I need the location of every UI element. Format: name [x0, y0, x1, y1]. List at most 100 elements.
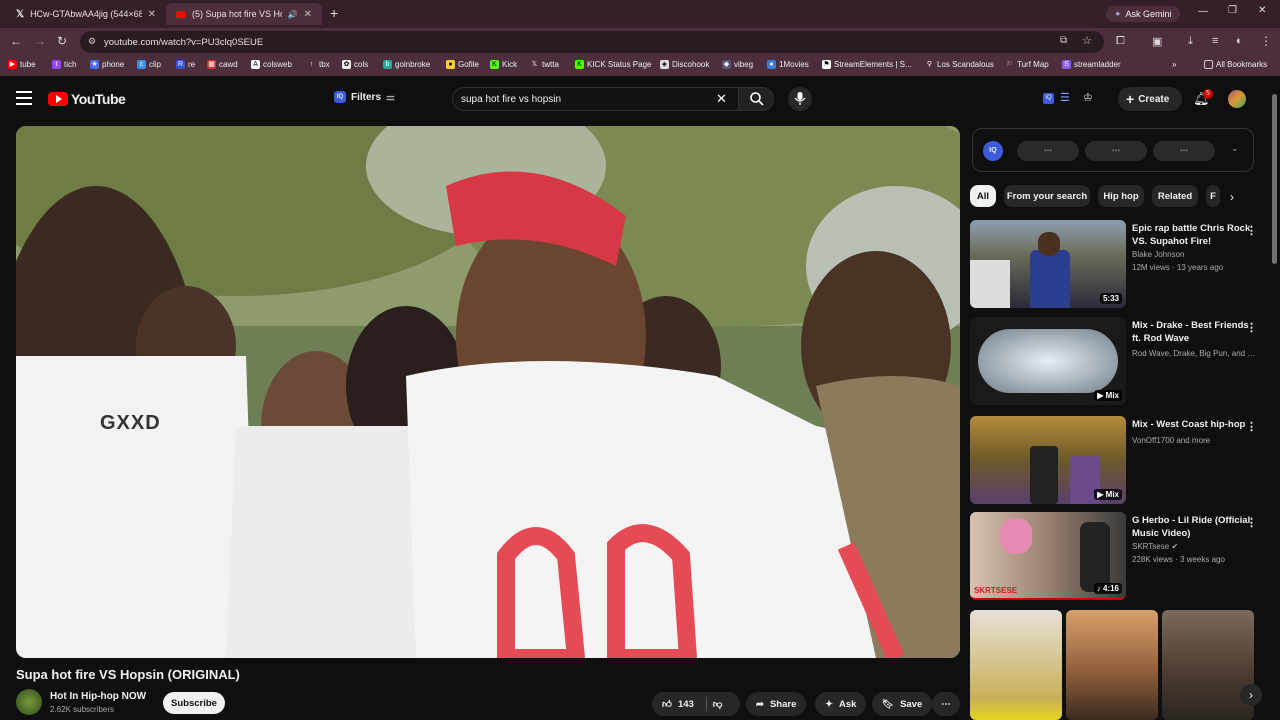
bookmark-item[interactable]: Acolsweb: [251, 60, 292, 69]
tab-label: HCw-GTAbwAA4jig (544×680): [30, 9, 142, 19]
more-vertical-icon[interactable]: ⋮: [1246, 321, 1257, 334]
thumbs-up-icon[interactable]: 👍︎: [662, 698, 672, 710]
address-bar[interactable]: ⚙ youtube.com/watch?v=PU3clq0SEUE ⧉ ☆: [80, 31, 1104, 53]
clear-search-icon[interactable]: ✕: [716, 91, 727, 107]
list-item[interactable]: ▶ Mix Mix - Drake - Best Friends ft. Rod…: [970, 317, 1270, 409]
bookmark-item[interactable]: ◆ vibeg: [722, 60, 753, 69]
install-icon[interactable]: ⧉: [1060, 35, 1067, 46]
save-button[interactable]: 🔖︎ Save: [872, 692, 933, 716]
video-player[interactable]: GXXD: [16, 126, 960, 658]
video-thumbnail[interactable]: ▶ Mix: [970, 416, 1126, 504]
youtube-logo[interactable]: YouTube: [48, 91, 126, 107]
close-icon[interactable]: ✕: [148, 9, 156, 20]
bookmark-item[interactable]: ★ phone: [90, 60, 124, 69]
like-count[interactable]: 143: [678, 699, 694, 710]
chevron-down-icon[interactable]: ⌄: [1231, 143, 1239, 154]
iq-chip[interactable]: •••: [1085, 141, 1147, 161]
ask-button[interactable]: ✦ Ask: [815, 692, 867, 716]
bookmark-item[interactable]: ⚐ Turf Map: [1005, 60, 1048, 69]
bookmark-item[interactable]: ● 1Movies: [767, 60, 809, 69]
back-icon[interactable]: ←: [10, 34, 22, 48]
all-bookmarks[interactable]: All Bookmarks: [1204, 60, 1267, 69]
maximize-button[interactable]: ❐: [1228, 5, 1237, 16]
extensions-icon[interactable]: ⧠: [1116, 35, 1125, 48]
chip-hip-hop[interactable]: Hip hop: [1098, 185, 1144, 207]
shorts-next-button[interactable]: ›: [1240, 684, 1262, 706]
list-item[interactable]: SKRTSESE ♪ 4:16 G Herbo - Lil Ride (Offi…: [970, 512, 1270, 604]
share-button[interactable]: ➦ Share: [746, 692, 807, 716]
short-thumbnail[interactable]: [970, 610, 1062, 720]
scrollbar-thumb[interactable]: [1272, 94, 1277, 264]
bookmark-item[interactable]: 𝕏twtta: [530, 60, 559, 69]
bookmark-item[interactable]: c clip: [137, 60, 161, 69]
bookmarks-overflow-icon[interactable]: »: [1172, 60, 1176, 69]
iq-chip[interactable]: •••: [1017, 141, 1079, 161]
search-button[interactable]: [738, 87, 774, 111]
bookmark-item[interactable]: ◈ Discohook: [660, 60, 709, 69]
bookmark-item[interactable]: K Kick: [490, 60, 517, 69]
media-icon[interactable]: ≡: [1212, 35, 1218, 47]
minimize-button[interactable]: —: [1198, 6, 1208, 17]
subscribe-button[interactable]: Subscribe: [163, 692, 225, 714]
more-actions-button[interactable]: ⋯: [932, 692, 960, 716]
thumbs-down-icon[interactable]: 👎︎: [713, 698, 723, 710]
close-icon[interactable]: ✕: [304, 9, 312, 20]
bookmark-item[interactable]: ✿ cols: [342, 60, 368, 69]
more-vertical-icon[interactable]: ⋮: [1246, 224, 1257, 237]
bookmark-item[interactable]: ● Gofile: [446, 60, 479, 69]
chip-all[interactable]: All: [970, 185, 996, 207]
forward-icon[interactable]: →: [34, 34, 46, 48]
more-vertical-icon[interactable]: ⋮: [1246, 420, 1257, 433]
search-input[interactable]: supa hot fire vs hopsin: [452, 87, 740, 111]
bookmark-item[interactable]: ⚑ StreamElements | S...: [822, 60, 912, 69]
chevron-right-icon[interactable]: ›: [1230, 190, 1234, 204]
rec-title: Mix - West Coast hip-hop: [1132, 419, 1246, 430]
video-thumbnail[interactable]: ▶ Mix: [970, 317, 1126, 405]
profile-icon[interactable]: ◐: [1236, 35, 1243, 47]
filters-button[interactable]: IQ Filters ⚌: [334, 91, 395, 103]
voice-search-button[interactable]: [788, 87, 812, 111]
avatar[interactable]: [1228, 90, 1246, 108]
short-thumbnail[interactable]: [1066, 610, 1158, 720]
close-window-button[interactable]: ✕: [1258, 5, 1266, 16]
download-icon[interactable]: ⤓: [1188, 35, 1193, 48]
short-thumbnail[interactable]: [1162, 610, 1254, 720]
split-view-icon[interactable]: ▣: [1152, 35, 1162, 48]
bookmark-item[interactable]: Sstreamladder: [1062, 60, 1121, 69]
hamburger-menu-icon[interactable]: [16, 91, 32, 105]
more-vertical-icon[interactable]: ⋮: [1246, 516, 1257, 529]
tab-youtube[interactable]: (5) Supa hot fire VS Hopsin 🔊 ✕: [166, 3, 322, 25]
bookmark-star-icon[interactable]: ☆: [1082, 34, 1092, 47]
ask-gemini-button[interactable]: ✦ Ask Gemini: [1106, 6, 1180, 22]
create-button[interactable]: + Create: [1118, 87, 1182, 111]
bookmark-item[interactable]: K KICK Status Page: [575, 60, 651, 69]
channel-name[interactable]: Hot In Hip-hop NOW: [50, 691, 146, 702]
bookmark-item[interactable]: t tich: [52, 60, 76, 69]
chip-from-your-search[interactable]: From your search: [1004, 185, 1090, 207]
bookmark-item[interactable]: Rre: [176, 60, 195, 69]
menu-icon[interactable]: ⋮: [1260, 34, 1272, 48]
video-thumbnail[interactable]: SKRTSESE ♪ 4:16: [970, 512, 1126, 600]
bookmark-item[interactable]: ▶ tube: [8, 60, 36, 69]
list-item[interactable]: ▶ Mix Mix - West Coast hip-hop VonOff170…: [970, 416, 1270, 508]
video-thumbnail[interactable]: 5:33: [970, 220, 1126, 308]
list-icon[interactable]: ☰: [1060, 91, 1070, 104]
bookmarks-bar: ▶ tube t tich ★ phone c clip Rre ▦ cawd Acols…: [0, 56, 1280, 76]
bookmark-item[interactable]: ▦ cawd: [207, 60, 238, 69]
iq-chip[interactable]: •••: [1153, 141, 1215, 161]
speaker-icon[interactable]: 🔊: [288, 10, 298, 19]
bookmark-item[interactable]: b goinbroke: [383, 60, 430, 69]
youtube-icon: [176, 10, 186, 18]
chip-related[interactable]: Related: [1152, 185, 1198, 207]
channel-avatar[interactable]: [16, 689, 42, 715]
iq-extension-icon[interactable]: IQ: [1043, 93, 1054, 104]
new-tab-button[interactable]: +: [330, 5, 338, 21]
bookmark-item[interactable]: ⚲ Los Scandalous: [925, 60, 994, 69]
list-item[interactable]: 5:33 Epic rap battle Chris Rock VS. Supa…: [970, 220, 1270, 312]
trophy-icon[interactable]: ♔: [1083, 91, 1093, 104]
bookmark-item[interactable]: ↑ tbx: [307, 60, 330, 69]
tab-image[interactable]: 𝕏 HCw-GTAbwAA4jig (544×680) ✕: [6, 3, 166, 25]
reload-icon[interactable]: ↻: [57, 34, 67, 48]
site-info-icon[interactable]: ⚙: [88, 36, 96, 47]
chip-more[interactable]: F: [1206, 185, 1220, 207]
